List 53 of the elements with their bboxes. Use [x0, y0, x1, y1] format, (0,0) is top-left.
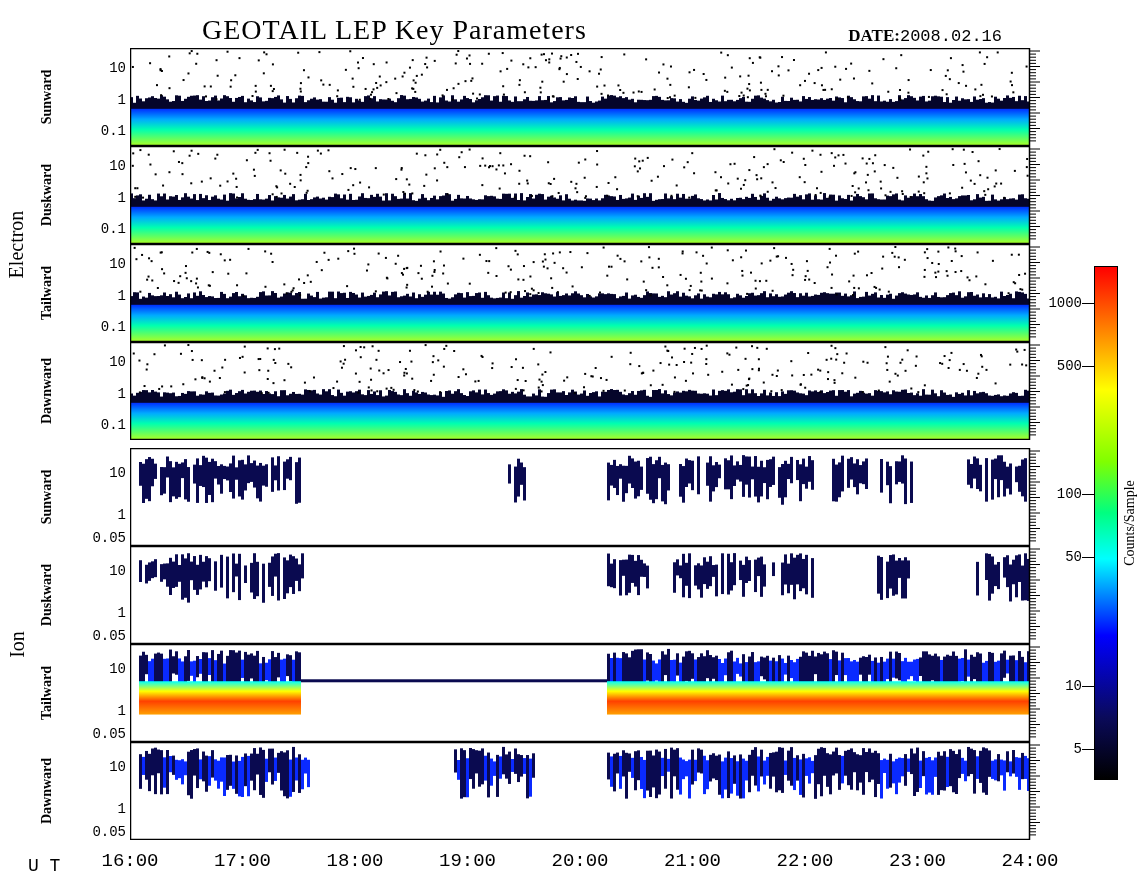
panel-label: Tailward: [39, 266, 55, 320]
y-tick-label: 0.05: [92, 726, 126, 743]
time-tick-label: 19:00: [439, 850, 496, 872]
colorbar-tick-label: 10: [1065, 677, 1082, 694]
colorbar-tick-label: 5: [1073, 741, 1082, 758]
y-tick-label: 10: [109, 464, 126, 481]
time-tick-label: 20:00: [551, 850, 609, 872]
y-tick-label: 1: [117, 189, 126, 206]
y-tick-label: 1: [117, 506, 126, 523]
y-tick-label: 1: [117, 702, 126, 719]
y-tick-label: 0.05: [92, 530, 126, 547]
time-tick-label: 24:00: [1001, 850, 1059, 872]
panel-label: Dawnward: [39, 757, 55, 825]
y-tick-label: 0.1: [100, 417, 126, 434]
y-tick-label: 10: [109, 353, 126, 370]
y-tick-label: 1: [117, 800, 126, 817]
time-tick-label: 16:00: [101, 850, 159, 872]
date-value: 2008.02.16: [899, 27, 1002, 46]
time-tick-label: 21:00: [664, 850, 721, 872]
time-tick-label: 18:00: [326, 850, 384, 872]
time-tick-label: 22:00: [776, 850, 834, 872]
colorbar-tick-label: 1000: [1048, 295, 1082, 311]
y-tick-label: 10: [109, 157, 126, 174]
colorbar-tick-label: 50: [1065, 548, 1082, 565]
y-tick-label: 0.1: [100, 123, 126, 140]
y-tick-label: 0.05: [92, 824, 126, 841]
time-tick-label: 17:00: [214, 850, 271, 872]
colorbar-title: Counts/Sample: [1122, 480, 1138, 566]
panel-label: Sunward: [39, 469, 55, 525]
panel-label: Dawnward: [39, 357, 55, 425]
chart-title: GEOTAIL LEP Key Parameters: [202, 14, 587, 46]
y-tick-label: 1: [117, 91, 126, 108]
group-label: Electron: [5, 210, 29, 278]
colorbar-tick-label: 100: [1056, 486, 1082, 503]
y-tick-label: 10: [109, 255, 126, 272]
y-tick-label: 10: [109, 562, 126, 579]
panel-label: Duskward: [39, 563, 55, 627]
colorbar-tick-label: 500: [1056, 358, 1082, 375]
y-tick-label: 0.1: [100, 319, 126, 336]
panel-label: Duskward: [39, 163, 55, 227]
time-tick-label: 23:00: [889, 850, 946, 872]
y-tick-label: 10: [109, 59, 126, 76]
y-tick-label: 1: [117, 385, 126, 402]
date-label: DATE:: [848, 26, 900, 46]
y-tick-label: 10: [109, 758, 126, 775]
y-tick-label: 0.05: [92, 628, 126, 645]
y-tick-label: 10: [109, 660, 126, 677]
group-label: Ion: [5, 630, 29, 658]
y-tick-label: 0.1: [100, 221, 126, 238]
panel-label: Tailward: [39, 666, 55, 720]
y-tick-label: 1: [117, 287, 126, 304]
y-tick-label: 1: [117, 604, 126, 621]
panel-label: Sunward: [39, 69, 55, 125]
